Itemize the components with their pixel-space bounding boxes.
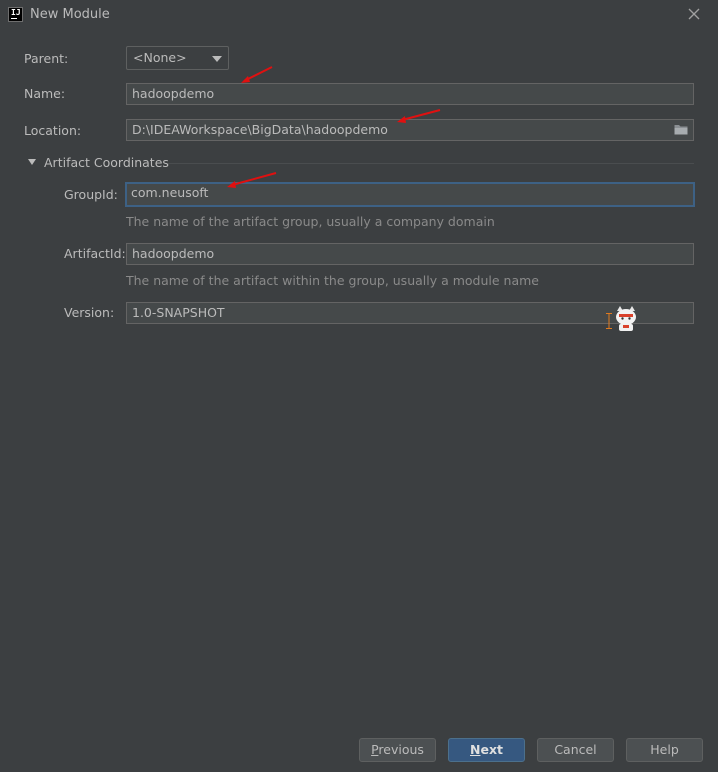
parent-combo-value: <None> <box>133 50 187 65</box>
window-title: New Module <box>30 7 110 22</box>
groupid-hint: The name of the artifact group, usually … <box>126 214 495 229</box>
previous-button[interactable]: Previous <box>359 738 436 762</box>
name-label: Name: <box>24 86 66 101</box>
folder-icon[interactable] <box>674 124 688 135</box>
next-button[interactable]: Next <box>448 738 525 762</box>
annotation-arrow-groupid <box>227 172 277 188</box>
title-bar: IJ New Module <box>0 0 718 30</box>
collapse-toggle-icon[interactable] <box>28 159 36 165</box>
parent-label: Parent: <box>24 51 69 66</box>
close-icon[interactable] <box>686 6 702 22</box>
location-field-value: D:\IDEAWorkspace\BigData\hadoopdemo <box>132 122 388 137</box>
parent-combo[interactable]: <None> <box>126 46 229 70</box>
artifactid-field[interactable]: hadoopdemo <box>126 243 694 265</box>
artifactid-hint: The name of the artifact within the grou… <box>126 273 539 288</box>
text-cursor-icon <box>606 313 612 329</box>
location-label: Location: <box>24 123 82 138</box>
groupid-field[interactable]: com.neusoft <box>125 182 695 207</box>
mascot-icon <box>616 306 636 331</box>
annotation-arrow-name <box>241 66 273 83</box>
annotation-arrow-location <box>397 109 441 123</box>
help-button[interactable]: Help <box>626 738 703 762</box>
artifactid-field-value: hadoopdemo <box>132 246 215 261</box>
artifactid-label: ArtifactId: <box>64 246 126 261</box>
version-field-value: 1.0-SNAPSHOT <box>132 305 225 320</box>
chevron-down-icon <box>212 56 222 62</box>
name-field-value: hadoopdemo <box>132 86 215 101</box>
artifact-section-title: Artifact Coordinates <box>44 155 169 170</box>
section-divider <box>168 163 694 164</box>
version-label: Version: <box>64 305 115 320</box>
groupid-field-value: com.neusoft <box>131 185 209 200</box>
groupid-label: GroupId: <box>64 187 118 202</box>
cancel-button[interactable]: Cancel <box>537 738 614 762</box>
name-field[interactable]: hadoopdemo <box>126 83 694 105</box>
intellij-icon: IJ <box>8 7 23 22</box>
